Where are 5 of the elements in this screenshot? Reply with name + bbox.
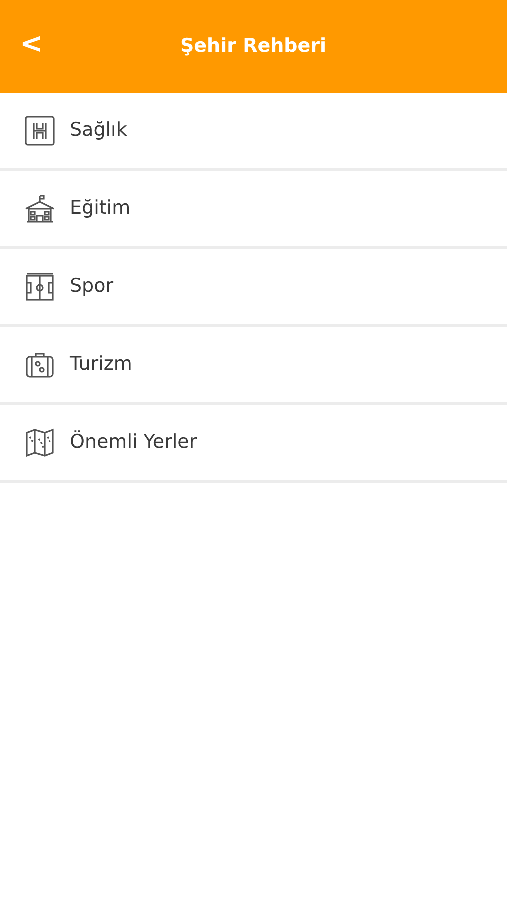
- screen-title: Şehir Rehberi: [180, 34, 326, 60]
- hospital-icon: [24, 114, 56, 146]
- school-icon: [24, 192, 56, 224]
- sports-field-icon: [24, 270, 56, 302]
- map-icon: [24, 426, 56, 458]
